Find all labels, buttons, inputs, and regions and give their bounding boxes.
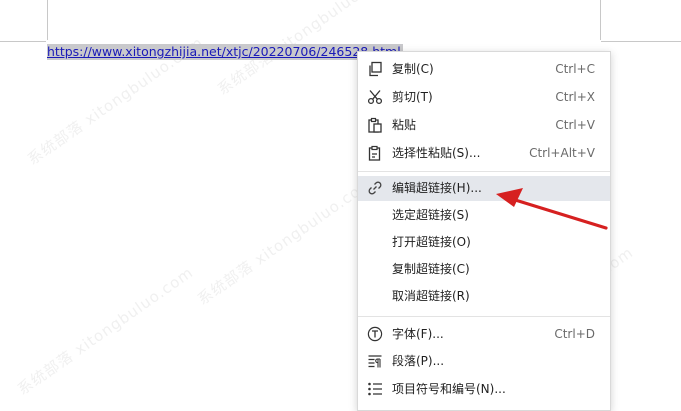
menu-item-copy-hyperlink[interactable]: 复制超链接(C) — [358, 257, 610, 282]
menu-item-paste[interactable]: 粘贴 Ctrl+V — [358, 113, 610, 138]
menu-item-shortcut: Ctrl+D — [554, 327, 595, 341]
cut-icon — [367, 89, 383, 105]
copy-icon — [367, 61, 383, 77]
menu-item-paragraph[interactable]: 段落(P)... — [358, 349, 610, 374]
menu-item-label: 项目符号和编号(N)... — [392, 382, 506, 396]
menu-item-cut[interactable]: 剪切(T) Ctrl+X — [358, 85, 610, 110]
menu-item-font[interactable]: 字体(F)... Ctrl+D — [358, 322, 610, 347]
menu-separator — [358, 171, 610, 172]
page-corner-mark — [601, 41, 681, 42]
menu-item-shortcut: Ctrl+V — [555, 118, 595, 132]
page-corner-mark — [0, 41, 46, 42]
context-menu: 复制(C) Ctrl+C 剪切(T) Ctrl+X 粘贴 Ctrl+V 选择性粘… — [357, 51, 611, 411]
watermark-text: 系统部落 xitongbuluo.com — [14, 263, 197, 399]
menu-item-edit-hyperlink[interactable]: 编辑超链接(H)... — [358, 176, 610, 201]
font-icon — [367, 326, 383, 342]
menu-item-label: 字体(F)... — [392, 327, 444, 341]
menu-item-copy[interactable]: 复制(C) Ctrl+C — [358, 57, 610, 82]
menu-item-open-hyperlink[interactable]: 打开超链接(O) — [358, 230, 610, 255]
menu-item-label: 取消超链接(R) — [392, 289, 470, 303]
menu-item-shortcut: Ctrl+C — [555, 62, 595, 76]
menu-item-paste-special[interactable]: 选择性粘贴(S)... Ctrl+Alt+V — [358, 141, 610, 166]
menu-item-label: 剪切(T) — [392, 90, 433, 104]
menu-item-remove-hyperlink[interactable]: 取消超链接(R) — [358, 284, 610, 309]
selected-hyperlink[interactable]: https://www.xitongzhijia.net/xtjc/202207… — [47, 44, 403, 60]
menu-item-label: 选定超链接(S) — [392, 208, 469, 222]
paste-special-icon — [367, 145, 383, 161]
page-corner-mark — [600, 0, 601, 40]
menu-item-label: 编辑超链接(H)... — [392, 181, 482, 195]
menu-item-label: 粘贴 — [392, 118, 417, 132]
menu-item-label: 复制(C) — [392, 62, 434, 76]
menu-item-label: 段落(P)... — [392, 354, 445, 368]
menu-item-label: 打开超链接(O) — [392, 235, 471, 249]
paste-icon — [367, 117, 383, 133]
menu-item-shortcut: Ctrl+X — [555, 90, 595, 104]
link-icon — [367, 180, 383, 196]
menu-item-bullets-numbering[interactable]: 项目符号和编号(N)... — [358, 377, 610, 402]
page-corner-mark — [47, 0, 48, 40]
paragraph-icon — [367, 353, 383, 369]
bullet-list-icon — [367, 381, 383, 397]
menu-item-label: 选择性粘贴(S)... — [392, 146, 481, 160]
menu-separator — [358, 316, 610, 317]
menu-item-shortcut: Ctrl+Alt+V — [529, 146, 595, 160]
menu-item-label: 复制超链接(C) — [392, 262, 470, 276]
watermark-text: 系统部落 xitongbuluo.com — [194, 173, 377, 309]
menu-item-select-hyperlink[interactable]: 选定超链接(S) — [358, 203, 610, 228]
